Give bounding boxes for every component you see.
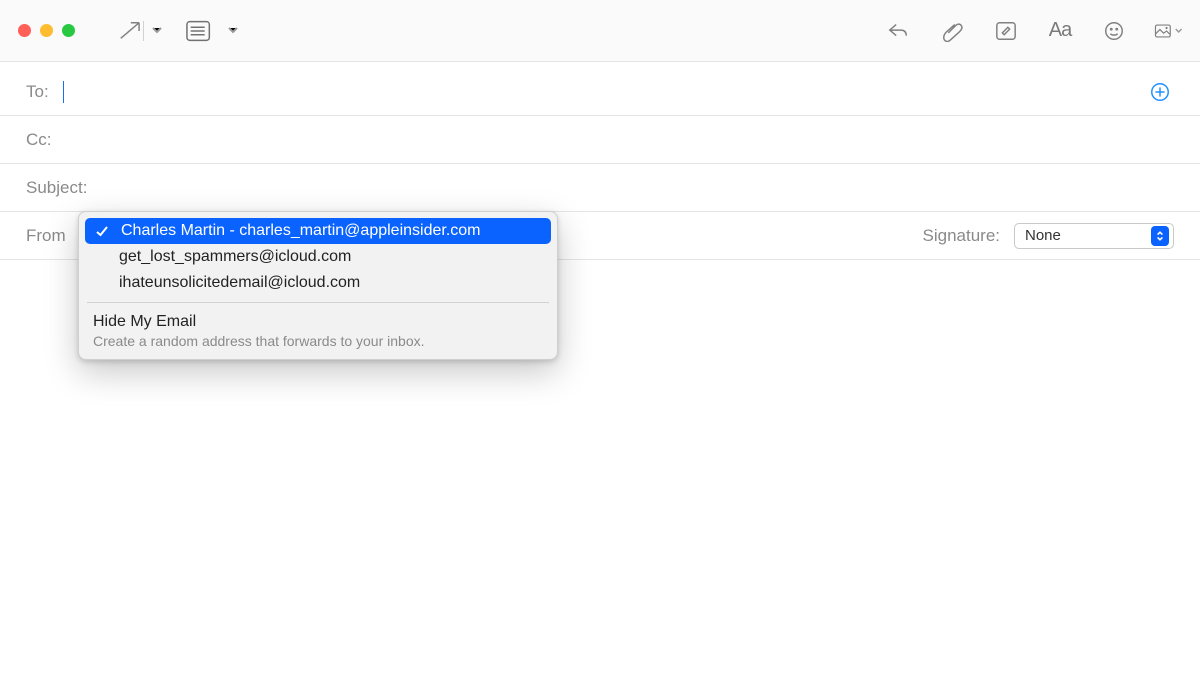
to-input[interactable] [64, 82, 1146, 102]
hide-my-email-title: Hide My Email [93, 313, 196, 330]
signature-value: None [1025, 227, 1061, 244]
header-fields-icon[interactable] [186, 20, 214, 42]
from-option-0[interactable]: Charles Martin - charles_martin@appleins… [85, 218, 551, 244]
compose-toolbar: Aa [0, 0, 1200, 62]
window-controls [18, 24, 75, 37]
from-option-label: ihateunsolicitedemail@icloud.com [119, 274, 360, 292]
select-stepper-icon [1151, 226, 1169, 246]
media-browser-icon[interactable] [1154, 17, 1182, 45]
from-option-1[interactable]: get_lost_spammers@icloud.com [85, 244, 551, 270]
to-label: To: [26, 82, 49, 102]
from-option-label: Charles Martin - charles_martin@appleins… [121, 222, 481, 240]
toolbar-separator [143, 21, 144, 41]
minimize-window-button[interactable] [40, 24, 53, 37]
close-window-button[interactable] [18, 24, 31, 37]
signature-select[interactable]: None [1014, 223, 1174, 249]
from-option-2[interactable]: ihateunsolicitedemail@icloud.com [85, 270, 551, 296]
zoom-window-button[interactable] [62, 24, 75, 37]
signature-label: Signature: [923, 226, 1001, 246]
hide-my-email-subtitle: Create a random address that forwards to… [85, 331, 551, 353]
emoji-icon[interactable] [1100, 17, 1128, 45]
to-row[interactable]: To: [0, 68, 1200, 116]
add-recipient-icon[interactable] [1146, 78, 1174, 106]
from-label: From [26, 226, 66, 246]
menu-separator [87, 302, 549, 303]
from-option-label: get_lost_spammers@icloud.com [119, 248, 351, 266]
hide-my-email-item[interactable]: Hide My Email [85, 309, 551, 331]
font-format-icon[interactable]: Aa [1046, 17, 1074, 45]
cc-row[interactable]: Cc: [0, 116, 1200, 164]
cc-input[interactable] [64, 130, 1175, 150]
from-account-dropdown: Charles Martin - charles_martin@appleins… [78, 211, 558, 360]
checkmark-icon [93, 224, 111, 238]
header-fields-chevron-icon[interactable] [228, 22, 238, 40]
markup-icon[interactable] [992, 17, 1020, 45]
subject-input[interactable] [99, 178, 1174, 198]
cc-label: Cc: [26, 130, 52, 150]
subject-row[interactable]: Subject: [0, 164, 1200, 212]
send-options-chevron-icon[interactable] [148, 22, 172, 40]
reply-icon[interactable] [884, 17, 912, 45]
paperclip-icon[interactable] [938, 17, 966, 45]
send-icon[interactable] [115, 17, 143, 45]
subject-label: Subject: [26, 178, 87, 198]
